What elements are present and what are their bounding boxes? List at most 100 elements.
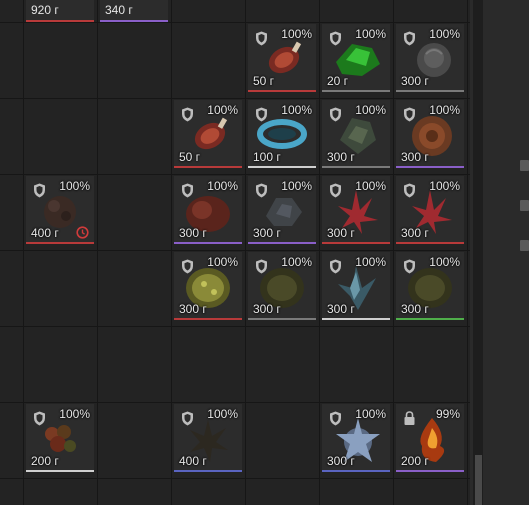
shield-icon: [330, 411, 341, 426]
grid-line: [0, 22, 470, 23]
shield-icon: [34, 183, 45, 198]
item-price: 400 г: [179, 454, 207, 468]
rarity-underline: [396, 166, 464, 168]
grid-line: [0, 402, 470, 403]
grid-line: [171, 0, 172, 505]
inventory-slot[interactable]: 100% 300 г: [174, 252, 242, 320]
item-price: 50 г: [253, 74, 275, 88]
item-price: 340 г: [105, 3, 133, 17]
scrollbar-thumb[interactable]: [475, 455, 482, 505]
rarity-underline: [248, 166, 316, 168]
rarity-underline: [174, 242, 242, 244]
inventory-slot[interactable]: 100% 300 г: [322, 252, 390, 320]
side-tool-icon[interactable]: [520, 240, 529, 251]
item-price: 300 г: [327, 454, 355, 468]
rarity-underline: [396, 90, 464, 92]
inventory-slot[interactable]: 100% 300 г: [396, 176, 464, 244]
rarity-underline: [322, 318, 390, 320]
rarity-underline: [322, 90, 390, 92]
shield-icon: [256, 183, 267, 198]
shield-icon: [404, 107, 415, 122]
shield-icon: [182, 183, 193, 198]
inventory-grid: 920 г 340 г 100% 50 г 100% 20 г 100% 300 г 100% 5…: [0, 0, 470, 505]
inventory-slot[interactable]: 99% 200 г: [396, 404, 464, 472]
item-price: 300 г: [401, 74, 429, 88]
item-durability: 99%: [435, 407, 460, 421]
grid-line: [393, 0, 394, 505]
grid-line: [0, 478, 470, 479]
item-durability: 100%: [355, 255, 386, 269]
inventory-slot[interactable]: 100% 50 г: [174, 100, 242, 168]
rarity-underline: [26, 20, 94, 22]
inventory-slot[interactable]: 100% 300 г: [322, 404, 390, 472]
item-durability: 100%: [429, 255, 460, 269]
grid-line: [245, 0, 246, 505]
shield-icon: [404, 183, 415, 198]
item-durability: 100%: [355, 27, 386, 41]
item-durability: 100%: [355, 407, 386, 421]
side-tool-icon[interactable]: [520, 160, 529, 171]
inventory-slot-partial[interactable]: 920 г: [26, 0, 94, 22]
rarity-underline: [322, 242, 390, 244]
shield-icon: [182, 107, 193, 122]
shield-icon: [404, 259, 415, 274]
inventory-slot[interactable]: 100% 400 г: [174, 404, 242, 472]
item-price: 300 г: [179, 302, 207, 316]
item-durability: 100%: [281, 179, 312, 193]
inventory-slot-partial[interactable]: 340 г: [100, 0, 168, 22]
rarity-underline: [248, 90, 316, 92]
scrollbar-track[interactable]: [473, 0, 483, 505]
grid-line: [0, 250, 470, 251]
rarity-underline: [100, 20, 168, 22]
inventory-slot[interactable]: 100% 50 г: [248, 24, 316, 92]
rarity-underline: [322, 470, 390, 472]
inventory-slot[interactable]: 100% 400 г: [26, 176, 94, 244]
shield-icon: [330, 259, 341, 274]
item-durability: 100%: [429, 27, 460, 41]
shield-icon: [182, 259, 193, 274]
side-tool-icon[interactable]: [520, 200, 529, 211]
rarity-underline: [26, 242, 94, 244]
shield-icon: [404, 31, 415, 46]
inventory-slot[interactable]: 100% 300 г: [396, 252, 464, 320]
rarity-underline: [396, 318, 464, 320]
grid-line: [97, 0, 98, 505]
item-price: 300 г: [253, 226, 281, 240]
item-price: 50 г: [179, 150, 201, 164]
inventory-slot[interactable]: 100% 200 г: [26, 404, 94, 472]
lock-icon: [404, 411, 415, 425]
inventory-slot[interactable]: 100% 300 г: [396, 100, 464, 168]
inventory-slot[interactable]: 100% 20 г: [322, 24, 390, 92]
grid-line: [0, 326, 470, 327]
inventory-slot[interactable]: 100% 100 г: [248, 100, 316, 168]
rarity-underline: [248, 242, 316, 244]
inventory-slot[interactable]: 100% 300 г: [322, 176, 390, 244]
item-durability: 100%: [207, 179, 238, 193]
grid-line: [0, 174, 470, 175]
shield-icon: [34, 411, 45, 426]
item-price: 300 г: [401, 150, 429, 164]
shield-icon: [182, 411, 193, 426]
inventory-slot[interactable]: 100% 300 г: [248, 176, 316, 244]
rarity-underline: [322, 166, 390, 168]
item-durability: 100%: [281, 27, 312, 41]
inventory-slot[interactable]: 100% 300 г: [396, 24, 464, 92]
item-durability: 100%: [59, 407, 90, 421]
inventory-slot[interactable]: 100% 300 г: [322, 100, 390, 168]
shield-icon: [330, 107, 341, 122]
item-price: 400 г: [31, 226, 59, 240]
inventory-slot[interactable]: 100% 300 г: [174, 176, 242, 244]
grid-line: [319, 0, 320, 505]
item-price: 200 г: [31, 454, 59, 468]
rarity-underline: [396, 242, 464, 244]
inventory-slot[interactable]: 100% 300 г: [248, 252, 316, 320]
shield-icon: [256, 259, 267, 274]
rarity-underline: [174, 318, 242, 320]
item-price: 300 г: [327, 150, 355, 164]
item-price: 300 г: [401, 226, 429, 240]
shield-icon: [330, 31, 341, 46]
item-durability: 100%: [207, 103, 238, 117]
item-durability: 100%: [429, 179, 460, 193]
shield-icon: [330, 183, 341, 198]
clock-warning-icon: [76, 226, 89, 239]
